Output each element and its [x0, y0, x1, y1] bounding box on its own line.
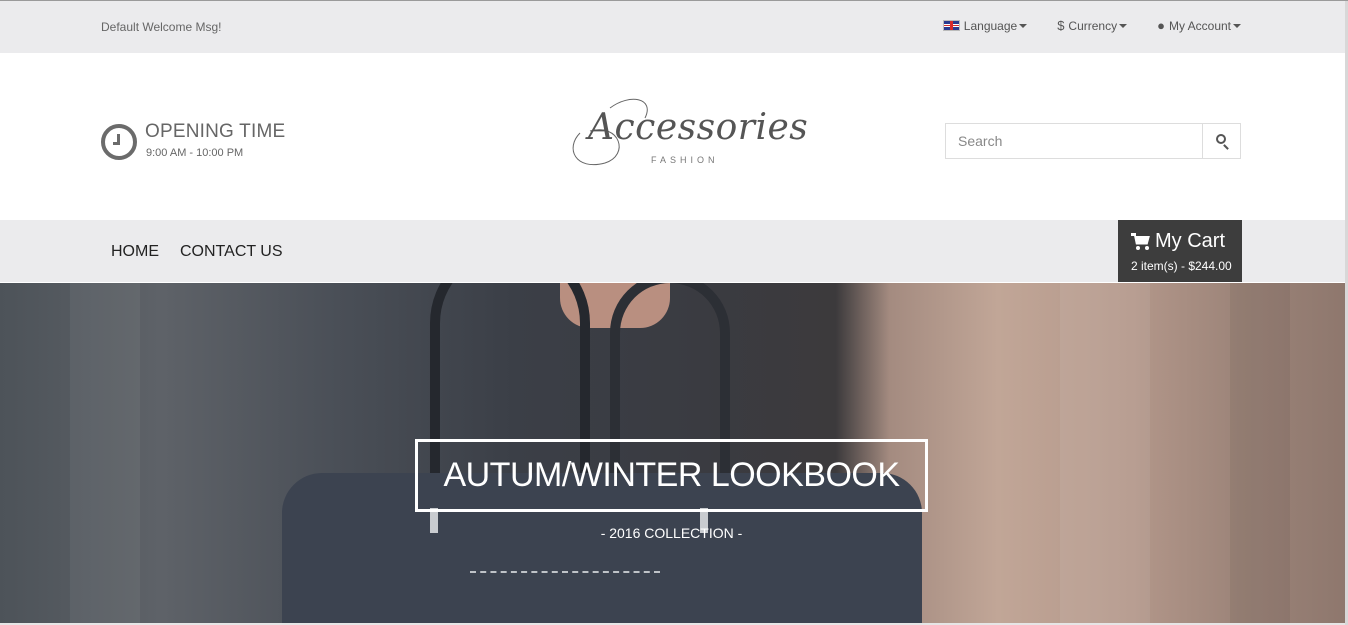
language-dropdown[interactable]: Language: [942, 18, 1028, 33]
hero-banner[interactable]: AUTUM/WINTER LOOKBOOK - 2016 COLLECTION …: [0, 283, 1348, 623]
search-icon: [1216, 134, 1226, 144]
clock-icon: [101, 124, 137, 160]
my-account-dropdown[interactable]: ● My Account: [1157, 18, 1241, 33]
page: Default Welcome Msg! Language $ Currency…: [0, 0, 1348, 625]
cart-title: My Cart: [1155, 230, 1225, 252]
welcome-message: Default Welcome Msg!: [101, 20, 222, 34]
header: OPENING TIME 9:00 AM - 10:00 PM Accessor…: [0, 53, 1348, 220]
hero-bag-zipper: [470, 571, 660, 577]
top-bar: Default Welcome Msg! Language $ Currency…: [0, 1, 1348, 53]
hero-background-panel: [70, 283, 140, 623]
nav-item-home[interactable]: HOME: [111, 243, 159, 261]
caret-down-icon: [1233, 23, 1241, 28]
cart-title-row: My Cart: [1131, 230, 1225, 253]
search-input[interactable]: [946, 124, 1202, 158]
dollar-icon: $: [1057, 18, 1065, 33]
nav-item-contact-us[interactable]: CONTACT US: [180, 243, 283, 261]
hero-title: AUTUM/WINTER LOOKBOOK: [443, 456, 900, 494]
store-logo[interactable]: Accessories FASHION: [560, 93, 808, 173]
hero-background-panel: [1060, 283, 1150, 623]
my-account-label: My Account: [1168, 18, 1231, 33]
search-box: [945, 123, 1241, 159]
hero-background-panel: [1230, 283, 1290, 623]
top-links: Language $ Currency ● My Account: [913, 18, 1241, 33]
language-label: Language: [963, 18, 1018, 33]
currency-label: Currency: [1068, 18, 1118, 33]
hero-subtitle: - 2016 COLLECTION -: [600, 525, 743, 541]
my-cart-button[interactable]: My Cart 2 item(s) - $244.00: [1118, 220, 1242, 282]
shopping-cart-icon: [1131, 232, 1151, 251]
user-icon: ●: [1157, 18, 1165, 33]
caret-down-icon: [1019, 23, 1028, 28]
search-button[interactable]: [1202, 124, 1240, 158]
logo-script-text: Accessories: [588, 107, 809, 148]
caret-down-icon: [1119, 23, 1128, 28]
opening-time-title: OPENING TIME: [145, 121, 286, 142]
currency-dropdown[interactable]: $ Currency: [1057, 18, 1128, 33]
uk-flag-icon: [942, 20, 960, 31]
cart-summary: 2 item(s) - $244.00: [1131, 259, 1232, 273]
hero-title-box: AUTUM/WINTER LOOKBOOK: [415, 439, 928, 512]
opening-hours: 9:00 AM - 10:00 PM: [146, 147, 244, 159]
logo-subtitle: FASHION: [651, 155, 719, 165]
